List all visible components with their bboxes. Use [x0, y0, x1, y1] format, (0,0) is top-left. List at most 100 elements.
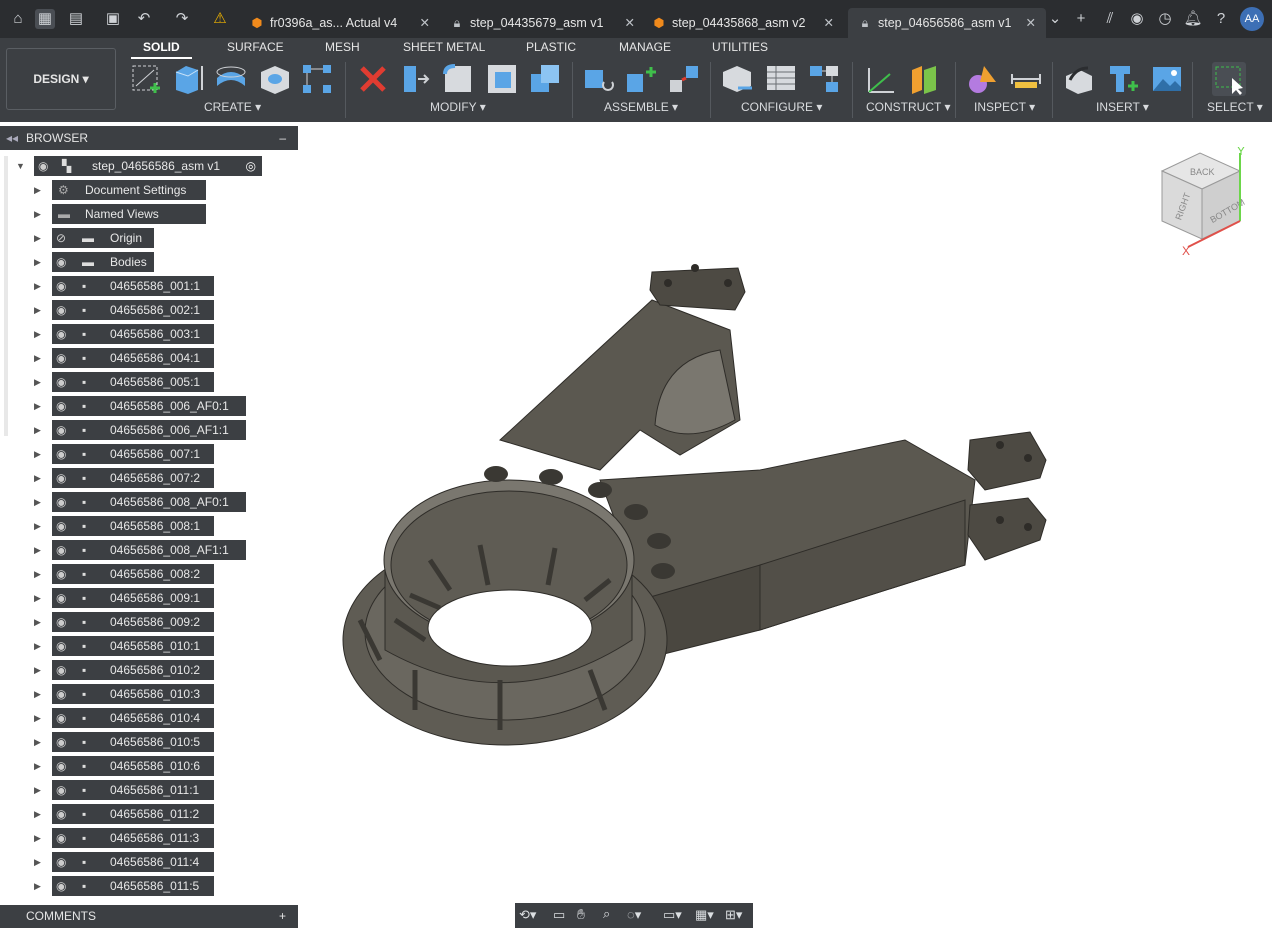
- tab-sheet-metal[interactable]: SHEET METAL: [403, 40, 485, 54]
- revolve-icon[interactable]: [214, 62, 248, 96]
- activate-radio-icon[interactable]: ◎: [246, 156, 256, 176]
- chevron-right-icon[interactable]: ▶: [34, 324, 41, 344]
- workspace-switcher[interactable]: DESIGN ▾: [6, 48, 116, 110]
- modify-group-label[interactable]: MODIFY ▾: [430, 100, 486, 114]
- delete-x-icon[interactable]: [356, 62, 390, 96]
- grid-icon[interactable]: ▦▾: [695, 907, 714, 923]
- minimize-panel-icon[interactable]: –: [279, 126, 286, 150]
- tab-plastic[interactable]: PLASTIC: [526, 40, 576, 54]
- chevron-right-icon[interactable]: ▶: [34, 180, 41, 200]
- insert-derive-icon[interactable]: [1062, 62, 1096, 96]
- eye-hidden-icon[interactable]: ⊘: [56, 228, 66, 248]
- browser-body-item[interactable]: ◉ ▪ 04656586_011:1: [52, 780, 214, 800]
- configure-design-icon[interactable]: [720, 62, 754, 96]
- eye-icon[interactable]: ◉: [38, 156, 48, 176]
- collapse-panel-icon[interactable]: ◂◂: [6, 126, 18, 150]
- tab-manage[interactable]: MANAGE: [619, 40, 671, 54]
- browser-body-item[interactable]: ◉ ▪ 04656586_005:1: [52, 372, 214, 392]
- chevron-down-icon[interactable]: ⌄: [1045, 9, 1065, 29]
- browser-body-item[interactable]: ◉ ▪ 04656586_010:5: [52, 732, 214, 752]
- inspect-group-label[interactable]: INSPECT ▾: [974, 100, 1035, 114]
- eye-icon[interactable]: ◉: [56, 444, 66, 464]
- chevron-right-icon[interactable]: ▶: [34, 444, 41, 464]
- eye-icon[interactable]: ◉: [56, 372, 66, 392]
- cad-model[interactable]: [298, 122, 1272, 928]
- eye-icon[interactable]: ◉: [56, 348, 66, 368]
- fillet-icon[interactable]: [441, 62, 475, 96]
- browser-body-item[interactable]: ◉ ▪ 04656586_011:2: [52, 804, 214, 824]
- browser-body-item[interactable]: ◉ ▪ 04656586_011:3: [52, 828, 214, 848]
- avatar[interactable]: AA: [1240, 7, 1264, 31]
- chevron-right-icon[interactable]: ▶: [34, 228, 41, 248]
- browser-body-item[interactable]: ◉ ▪ 04656586_011:4: [52, 852, 214, 872]
- chevron-right-icon[interactable]: ▶: [34, 780, 41, 800]
- browser-body-item[interactable]: ◉ ▪ 04656586_008_AF0:1: [52, 492, 246, 512]
- eye-icon[interactable]: ◉: [56, 780, 66, 800]
- browser-body-item[interactable]: ◉ ▪ 04656586_003:1: [52, 324, 214, 344]
- tab-document-1[interactable]: ⬢ fr0396a_as... Actual v4 ✕: [250, 8, 440, 38]
- zoom-icon[interactable]: ⌕: [603, 906, 610, 922]
- file-menu-icon[interactable]: ▤: [66, 9, 86, 29]
- browser-body-item[interactable]: ◉ ▪ 04656586_010:2: [52, 660, 214, 680]
- tab-utilities[interactable]: UTILITIES: [712, 40, 768, 54]
- browser-body-item[interactable]: ◉ ▪ 04656586_010:6: [52, 756, 214, 776]
- construct-plane-icon[interactable]: [908, 62, 942, 96]
- chevron-right-icon[interactable]: ▶: [34, 468, 41, 488]
- eye-icon[interactable]: ◉: [56, 252, 66, 272]
- browser-root-item[interactable]: ◉ ▚ step_04656586_asm v1 ◎: [34, 156, 262, 176]
- new-component-icon[interactable]: [582, 62, 616, 96]
- look-at-icon[interactable]: ▭: [553, 907, 565, 923]
- browser-folder-item[interactable]: ◉ ▬ Bodies: [52, 252, 154, 272]
- eye-icon[interactable]: ◉: [56, 588, 66, 608]
- create-group-label[interactable]: CREATE ▾: [204, 100, 261, 114]
- canvas-viewport[interactable]: BACK RIGHT BOTTOM Y X: [298, 122, 1272, 928]
- create-sketch-icon[interactable]: [130, 62, 164, 96]
- chevron-right-icon[interactable]: ▶: [34, 732, 41, 752]
- browser-body-item[interactable]: ◉ ▪ 04656586_006_AF0:1: [52, 396, 246, 416]
- close-icon[interactable]: ✕: [824, 8, 834, 38]
- chevron-right-icon[interactable]: ▶: [34, 660, 41, 680]
- extrude-icon[interactable]: [172, 62, 206, 96]
- insert-mcmaster-bolt-icon[interactable]: [1106, 62, 1140, 96]
- browser-body-item[interactable]: ◉ ▪ 04656586_004:1: [52, 348, 214, 368]
- redo-icon[interactable]: ↷: [172, 9, 192, 29]
- browser-body-item[interactable]: ◉ ▪ 04656586_010:3: [52, 684, 214, 704]
- eye-icon[interactable]: ◉: [56, 708, 66, 728]
- chevron-right-icon[interactable]: ▶: [34, 204, 41, 224]
- eye-icon[interactable]: ◉: [56, 396, 66, 416]
- extensions-icon[interactable]: ⫽: [1100, 9, 1120, 29]
- browser-body-item[interactable]: ◉ ▪ 04656586_011:5: [52, 876, 214, 896]
- chevron-right-icon[interactable]: ▶: [34, 300, 41, 320]
- tab-solid[interactable]: SOLID: [131, 40, 192, 59]
- eye-icon[interactable]: ◉: [56, 420, 66, 440]
- hole-icon[interactable]: [258, 62, 292, 96]
- construct-axis-icon[interactable]: [864, 62, 898, 96]
- eye-icon[interactable]: ◉: [56, 468, 66, 488]
- chevron-right-icon[interactable]: ▶: [34, 372, 41, 392]
- warning-icon[interactable]: ⚠: [210, 9, 230, 29]
- chevron-right-icon[interactable]: ▶: [34, 588, 41, 608]
- combine-icon[interactable]: [528, 62, 562, 96]
- scrollbar[interactable]: [4, 156, 8, 436]
- assemble-group-label[interactable]: ASSEMBLE ▾: [604, 100, 678, 114]
- chevron-right-icon[interactable]: ▶: [34, 252, 41, 272]
- chevron-right-icon[interactable]: ▶: [34, 348, 41, 368]
- help-icon[interactable]: ?: [1211, 9, 1231, 29]
- view-cube[interactable]: BACK RIGHT BOTTOM Y X: [1156, 147, 1256, 257]
- eye-icon[interactable]: ◉: [56, 756, 66, 776]
- eye-icon[interactable]: ◉: [56, 876, 66, 896]
- browser-body-item[interactable]: ◉ ▪ 04656586_002:1: [52, 300, 214, 320]
- eye-icon[interactable]: ◉: [56, 828, 66, 848]
- eye-icon[interactable]: ◉: [56, 516, 66, 536]
- chevron-right-icon[interactable]: ▶: [34, 492, 41, 512]
- chevron-right-icon[interactable]: ▶: [34, 420, 41, 440]
- rectangular-pattern-icon[interactable]: [300, 62, 334, 96]
- chevron-right-icon[interactable]: ▶: [34, 876, 41, 896]
- chevron-right-icon[interactable]: ▶: [34, 564, 41, 584]
- chevron-right-icon[interactable]: ▶: [34, 636, 41, 656]
- chevron-right-icon[interactable]: ▶: [34, 804, 41, 824]
- eye-icon[interactable]: ◉: [56, 300, 66, 320]
- browser-body-item[interactable]: ◉ ▪ 04656586_009:1: [52, 588, 214, 608]
- browser-body-item[interactable]: ◉ ▪ 04656586_007:1: [52, 444, 214, 464]
- chevron-right-icon[interactable]: ▶: [34, 540, 41, 560]
